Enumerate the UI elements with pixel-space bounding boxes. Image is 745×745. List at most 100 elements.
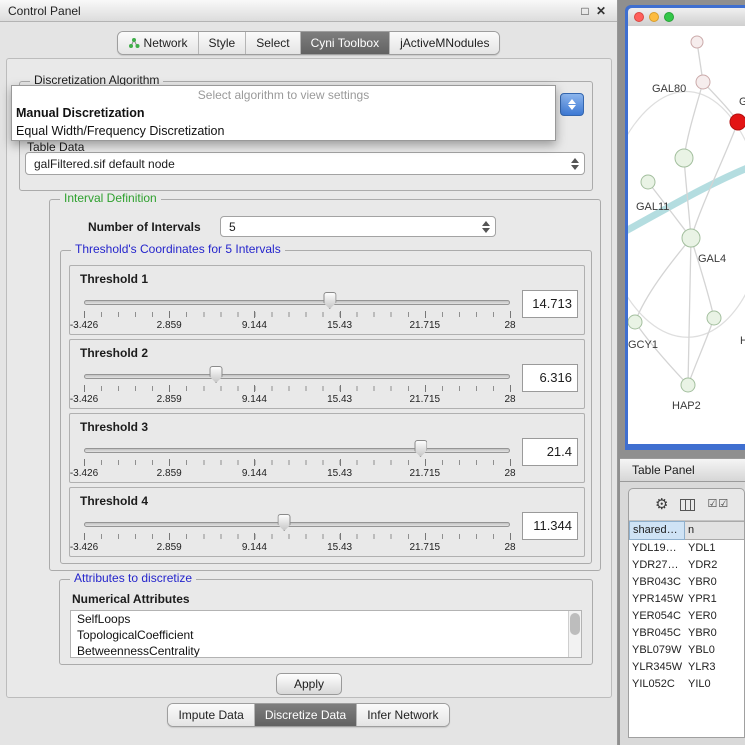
- threshold-1-label: Threshold 1: [80, 272, 148, 286]
- node-hap2[interactable]: [681, 378, 695, 392]
- numerical-attributes-list[interactable]: SelfLoops TopologicalCoefficient Between…: [70, 610, 582, 658]
- threshold-3-slider[interactable]: -3.426 2.859 9.144 15.43 21.715 28: [84, 438, 510, 482]
- table-row[interactable]: YBR043CYBR0: [629, 574, 744, 591]
- tab-network[interactable]: Network: [118, 32, 198, 54]
- slider-thumb[interactable]: [414, 440, 427, 457]
- list-item[interactable]: TopologicalCoefficient: [71, 627, 581, 643]
- apply-button[interactable]: Apply: [276, 673, 342, 695]
- network-view-window: GAL80 GA GAL11 GAL4 GCY1 H HAP2: [625, 5, 745, 450]
- table-row[interactable]: YDR27…YDR2: [629, 557, 744, 574]
- list-item[interactable]: SelfLoops: [71, 611, 581, 627]
- scrollbar-thumb[interactable]: [570, 613, 580, 635]
- tab-select[interactable]: Select: [245, 32, 299, 54]
- slider-track[interactable]: [84, 300, 510, 305]
- slider-ticks: [84, 386, 510, 391]
- tab-network-label: Network: [144, 36, 188, 50]
- slider-ticks: [84, 534, 510, 539]
- window-title: Control Panel: [8, 4, 577, 18]
- slider-track[interactable]: [84, 448, 510, 453]
- threshold-4-slider[interactable]: -3.426 2.859 9.144 15.43 21.715 28: [84, 512, 510, 556]
- table-row[interactable]: YER054CYER0: [629, 608, 744, 625]
- table-row[interactable]: YDL19…YDL1: [629, 540, 744, 557]
- tab-cyni-toolbox[interactable]: Cyni Toolbox: [300, 32, 389, 54]
- close-traffic-icon[interactable]: [634, 12, 644, 22]
- table-row[interactable]: YBL079WYBL0: [629, 642, 744, 659]
- node[interactable]: [691, 36, 703, 48]
- number-of-intervals-combobox[interactable]: 5: [220, 216, 496, 237]
- node-gal11[interactable]: [641, 175, 655, 189]
- tab-style[interactable]: Style: [198, 32, 246, 54]
- node-gcy1[interactable]: [628, 315, 642, 329]
- tab-discretize-data[interactable]: Discretize Data: [254, 704, 356, 726]
- table-data-combobox[interactable]: galFiltered.sif default node: [25, 152, 585, 175]
- table-toolbar: ⚙ ☑☑: [629, 489, 744, 521]
- zoom-traffic-icon[interactable]: [664, 12, 674, 22]
- algorithm-dropdown-popup: Select algorithm to view settings Manual…: [11, 85, 556, 141]
- top-tab-bar: Network Style Select Cyni Toolbox jActiv…: [0, 31, 617, 55]
- algorithm-placeholder: Select algorithm to view settings: [12, 86, 555, 104]
- node[interactable]: [675, 149, 693, 167]
- table-row[interactable]: YBR045CYBR0: [629, 625, 744, 642]
- node-label-gal11: GAL11: [636, 201, 669, 213]
- slider-track[interactable]: [84, 374, 510, 379]
- table-header-row: shared… n: [629, 521, 744, 540]
- tab-infer-network[interactable]: Infer Network: [356, 704, 448, 726]
- list-item[interactable]: BetweennessCentrality: [71, 643, 581, 658]
- threshold-2-label: Threshold 2: [80, 346, 148, 360]
- node-gal80[interactable]: [696, 75, 710, 89]
- node-label-gal4: GAL4: [698, 253, 726, 265]
- node-label-hap2: HAP2: [672, 400, 701, 412]
- threshold-1-slider[interactable]: -3.426 2.859 9.144 15.43 21.715 28: [84, 290, 510, 334]
- thresholds-group-title: Threshold's Coordinates for 5 Intervals: [71, 242, 285, 256]
- select-all-checkbox-icon[interactable]: ☑☑: [707, 499, 729, 510]
- combo-stepper-icon[interactable]: [571, 153, 579, 174]
- combo-stepper-icon[interactable]: [482, 217, 490, 236]
- threshold-4-panel: Threshold 4 -3.426 2.859 9.144 15.43 21.…: [69, 487, 585, 557]
- number-of-intervals-label: Number of Intervals: [88, 220, 201, 234]
- table-panel-dock: Table Panel ⚙ ☑☑ shared… n YDL19…YDL1 YD…: [620, 458, 745, 745]
- numerical-attributes-label: Numerical Attributes: [72, 592, 190, 606]
- table-row[interactable]: YIL052CYIL0: [629, 676, 744, 693]
- node-label-partial: GA: [739, 96, 745, 108]
- column-header-shared-name[interactable]: shared…: [629, 521, 685, 540]
- close-icon[interactable]: ✕: [593, 4, 609, 18]
- threshold-2-slider[interactable]: -3.426 2.859 9.144 15.43 21.715 28: [84, 364, 510, 408]
- threshold-4-value[interactable]: 11.344: [522, 512, 578, 540]
- slider-thumb[interactable]: [323, 292, 336, 309]
- control-panel-titlebar: Control Panel □ ✕: [0, 0, 617, 22]
- node-gal4[interactable]: [682, 229, 700, 247]
- algorithm-option-manual[interactable]: Manual Discretization: [12, 104, 555, 122]
- interval-definition-groupbox: Interval Definition Number of Intervals …: [49, 199, 601, 571]
- algorithm-option-equal-width[interactable]: Equal Width/Frequency Discretization: [12, 122, 555, 140]
- slider-track[interactable]: [84, 522, 510, 527]
- minimize-icon[interactable]: □: [577, 4, 593, 18]
- attributes-group-title: Attributes to discretize: [70, 571, 196, 585]
- bottom-tab-bar: Impute Data Discretize Data Infer Networ…: [0, 703, 617, 727]
- column-header-name[interactable]: n: [685, 521, 744, 540]
- slider-thumb[interactable]: [278, 514, 291, 531]
- network-icon: [128, 37, 140, 49]
- node-selected-red[interactable]: [730, 114, 745, 130]
- threshold-2-value[interactable]: 6.316: [522, 364, 578, 392]
- control-panel-window: Control Panel □ ✕ Network Style Select C…: [0, 0, 618, 745]
- node[interactable]: [707, 311, 721, 325]
- threshold-3-value[interactable]: 21.4: [522, 438, 578, 466]
- table-row[interactable]: YPR145WYPR1: [629, 591, 744, 608]
- network-canvas[interactable]: GAL80 GA GAL11 GAL4 GCY1 H HAP2: [628, 26, 745, 444]
- slider-ticks: [84, 460, 510, 465]
- tab-jactivemnodules[interactable]: jActiveMNodules: [389, 32, 499, 54]
- minimize-traffic-icon[interactable]: [649, 12, 659, 22]
- table-row[interactable]: YLR345WYLR3: [629, 659, 744, 676]
- cyni-toolbox-panel: Discretization Algorithm Table Data galF…: [6, 58, 612, 698]
- gear-icon[interactable]: ⚙: [655, 497, 668, 512]
- algorithm-combo-stepper-icon[interactable]: [560, 93, 584, 116]
- list-scrollbar[interactable]: [568, 611, 581, 657]
- columns-icon[interactable]: [680, 499, 695, 511]
- tab-impute-data[interactable]: Impute Data: [168, 704, 253, 726]
- threshold-3-label: Threshold 3: [80, 420, 148, 434]
- network-view-titlebar: [628, 8, 745, 26]
- node-label-gcy1: GCY1: [628, 339, 658, 351]
- node-label-partial: H: [740, 335, 745, 347]
- slider-thumb[interactable]: [210, 366, 223, 383]
- threshold-1-value[interactable]: 14.713: [522, 290, 578, 318]
